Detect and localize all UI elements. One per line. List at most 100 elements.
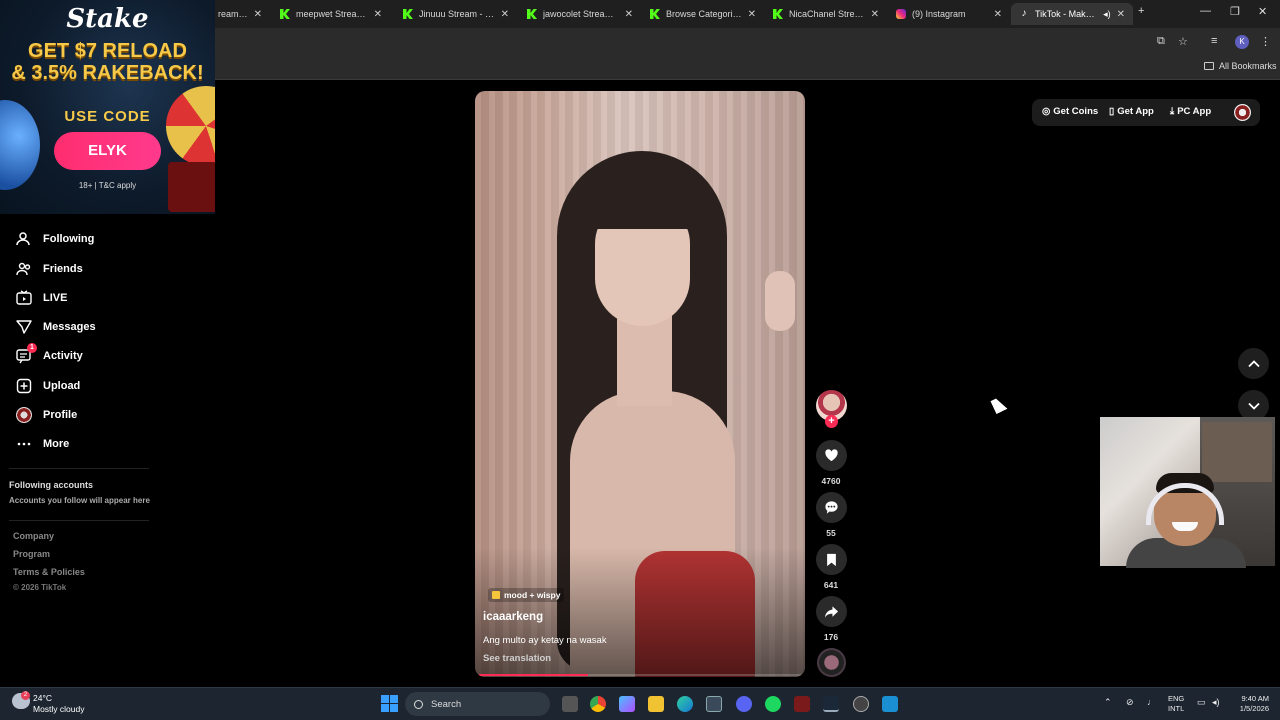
comment-icon (825, 501, 838, 514)
browser-tab[interactable]: ream - W ✕ (210, 3, 270, 25)
get-app-button[interactable]: ▯ Get App (1109, 106, 1154, 117)
sidebar-item-label: Following (43, 233, 95, 245)
sidebar-item-messages[interactable]: Messages (16, 316, 96, 338)
windows-taskbar (0, 687, 1280, 720)
friends-icon (16, 261, 32, 277)
sidebar-item-live[interactable]: LIVE (16, 287, 67, 309)
copilot-icon[interactable] (619, 696, 635, 712)
weather-temperature[interactable]: 24°C (33, 693, 52, 703)
sidebar-item-activity[interactable]: 1 Activity (16, 343, 83, 367)
video-progress-bar[interactable] (479, 674, 801, 676)
share-button[interactable] (816, 596, 847, 627)
footer-link-program[interactable]: Program (13, 549, 50, 559)
browser-tab[interactable]: meepwet Stream - W ✕ (272, 3, 390, 25)
browser-tab[interactable]: (9) Instagram ✕ (888, 3, 1010, 25)
taskbar-search[interactable]: Search (405, 692, 550, 716)
notepad-icon[interactable] (882, 696, 898, 712)
kick-icon (403, 9, 413, 19)
footer-link-company[interactable]: Company (13, 531, 54, 541)
tray-overflow-icon[interactable]: ⌃ (1104, 697, 1112, 708)
footer-link-terms[interactable]: Terms & Policies (13, 567, 85, 577)
weather-description[interactable]: Mostly cloudy (33, 704, 85, 714)
video-username[interactable]: icaaarkeng (483, 611, 543, 623)
spotify-icon[interactable] (765, 696, 781, 712)
clock-time: 9:40 AM (1241, 694, 1269, 703)
app-icon[interactable] (853, 696, 869, 712)
game-launcher-icon[interactable] (794, 696, 810, 712)
chrome-icon[interactable] (590, 696, 606, 712)
video-caption: Ang multo ay ketay na wasak (483, 635, 607, 646)
comment-button[interactable] (816, 492, 847, 523)
input-language[interactable]: ENG INTL (1168, 694, 1184, 714)
tab-close-icon[interactable]: ✕ (374, 9, 382, 20)
save-button[interactable] (816, 544, 847, 575)
bookmark-icon (827, 553, 836, 566)
cast-icon[interactable]: ⧉ (1157, 35, 1165, 48)
previous-video-button[interactable] (1238, 348, 1269, 379)
tab-close-icon[interactable]: ✕ (994, 9, 1002, 20)
all-bookmarks-label: All Bookmarks (1219, 61, 1277, 71)
sidebar-item-following[interactable]: Following (16, 228, 94, 250)
volume-icon[interactable]: ◂) (1212, 697, 1220, 708)
minimize-icon[interactable]: — (1200, 5, 1211, 17)
steam-icon[interactable] (823, 696, 839, 712)
restore-icon[interactable]: ❐ (1230, 5, 1240, 18)
windows-start-icon[interactable] (381, 695, 398, 712)
browser-profile-avatar[interactable]: K (1235, 35, 1249, 49)
chevron-down-icon (1247, 402, 1260, 410)
music-disc-icon[interactable] (817, 648, 846, 677)
file-explorer-icon[interactable] (648, 696, 664, 712)
task-view-icon[interactable] (562, 696, 578, 712)
browser-tab[interactable]: Jinuuu Stream - Watc ✕ (395, 3, 517, 25)
sidebar-item-upload[interactable]: Upload (16, 375, 80, 397)
store-icon[interactable] (706, 696, 722, 712)
browser-tab[interactable]: Browse Categories - ✕ (642, 3, 764, 25)
follow-plus-icon[interactable]: + (825, 415, 838, 428)
see-translation-link[interactable]: See translation (483, 653, 551, 664)
browser-tab[interactable]: NicaChanel Stream - ✕ (765, 3, 887, 25)
video-player[interactable]: mood + wispy icaaarkeng Ang multo ay ket… (475, 91, 805, 677)
save-count: 641 (823, 580, 839, 590)
pc-app-button[interactable]: ⤓ PC App (1170, 106, 1211, 117)
taskbar-clock[interactable]: 9:40 AM 1/5/2026 (1224, 694, 1269, 714)
new-tab-button[interactable]: + (1138, 5, 1144, 17)
tab-close-icon[interactable]: ✕ (625, 9, 633, 20)
sidebar-item-more[interactable]: More (16, 433, 69, 455)
tab-close-icon[interactable]: ✕ (1117, 9, 1125, 20)
stake-ad-banner[interactable]: Stake GET $7 RELOAD & 3.5% RAKEBACK! USE… (0, 0, 215, 214)
media-controls-icon[interactable]: ≡ (1211, 35, 1217, 47)
like-button[interactable] (816, 440, 847, 471)
ad-fineprint: 18+ | T&C apply (78, 181, 137, 190)
all-bookmarks-button[interactable]: All Bookmarks (1204, 61, 1277, 71)
discord-icon[interactable] (736, 696, 752, 712)
header-profile-avatar[interactable] (1234, 104, 1251, 121)
sidebar-item-label: More (43, 438, 70, 450)
tab-close-icon[interactable]: ✕ (501, 9, 509, 20)
kick-icon (650, 9, 660, 19)
sidebar-item-friends[interactable]: Friends (16, 258, 83, 280)
effect-icon (492, 591, 500, 599)
browser-tab[interactable]: jawocolet Stream - W ✕ (519, 3, 641, 25)
network-off-icon[interactable]: ⊘ (1126, 697, 1134, 708)
browser-tab-active[interactable]: ♪ TikTok - Make Yo ◂) ✕ (1011, 3, 1133, 25)
ad-code-button[interactable]: ELYK (54, 132, 161, 170)
activity-badge: 1 (27, 343, 37, 353)
edge-icon[interactable] (677, 696, 693, 712)
sidebar-item-label: LIVE (43, 292, 68, 304)
video-effect-tag[interactable]: mood + wispy (488, 588, 565, 602)
browser-menu-icon[interactable]: ⋮ (1260, 35, 1271, 48)
video-frame-hand (765, 271, 795, 331)
tab-close-icon[interactable]: ✕ (748, 9, 756, 20)
get-coins-button[interactable]: ◎ Get Coins (1042, 106, 1098, 117)
get-app-label: Get App (1117, 106, 1154, 117)
sidebar-item-profile[interactable]: Profile (16, 404, 77, 426)
tab-close-icon[interactable]: ✕ (871, 9, 879, 20)
share-icon (824, 605, 839, 618)
microphone-icon[interactable]: ♩ (1147, 697, 1156, 707)
display-icon[interactable]: ▭ (1197, 697, 1206, 708)
get-coins-label: Get Coins (1053, 106, 1099, 117)
window-close-icon[interactable]: ✕ (1258, 5, 1267, 18)
taskbar-search-label: Search (431, 698, 462, 710)
bookmark-star-icon[interactable]: ☆ (1178, 35, 1188, 48)
tab-close-icon[interactable]: ✕ (254, 9, 262, 20)
